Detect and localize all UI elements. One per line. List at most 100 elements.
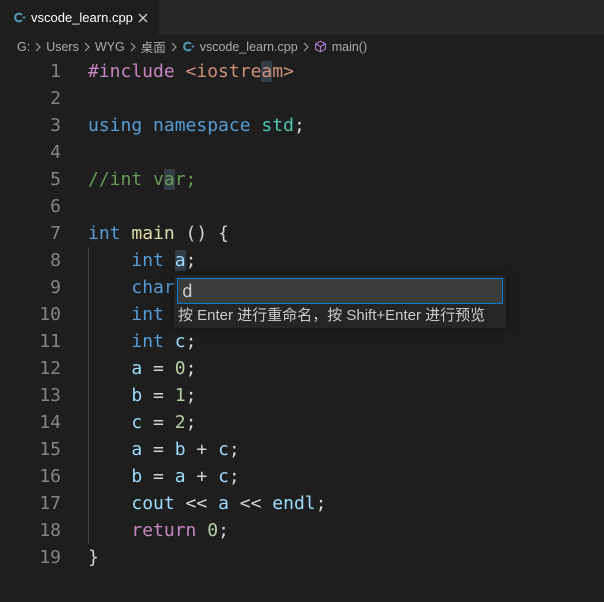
- code-token[interactable]: a: [131, 439, 142, 460]
- code-token[interactable]: c: [218, 466, 229, 487]
- code-token[interactable]: a: [131, 358, 142, 379]
- code-token[interactable]: ;: [316, 493, 327, 514]
- line-number[interactable]: 15: [0, 436, 61, 463]
- line-number[interactable]: 13: [0, 382, 61, 409]
- code-token[interactable]: a: [218, 493, 229, 514]
- code-token[interactable]: <iostre: [186, 61, 262, 82]
- breadcrumb-item-desktop[interactable]: 桌面: [141, 37, 166, 56]
- code-token[interactable]: int: [88, 223, 121, 244]
- code-line[interactable]: 15 a = b + c;: [0, 436, 604, 463]
- code-text[interactable]: cout << a << endl;: [88, 490, 326, 517]
- code-token[interactable]: main: [131, 223, 174, 244]
- code-line[interactable]: 11 int c;: [0, 328, 604, 355]
- code-line[interactable]: 13 b = 1;: [0, 382, 604, 409]
- code-token[interactable]: [88, 520, 131, 541]
- code-line[interactable]: 6: [0, 193, 604, 220]
- code-token[interactable]: b: [131, 385, 142, 406]
- code-token[interactable]: namespace: [153, 115, 251, 136]
- line-number[interactable]: 12: [0, 355, 61, 382]
- line-number[interactable]: 7: [0, 220, 61, 247]
- code-token[interactable]: char: [131, 277, 174, 298]
- code-token[interactable]: <<: [229, 493, 272, 514]
- line-number[interactable]: 9: [0, 274, 61, 301]
- code-token[interactable]: ;: [218, 520, 229, 541]
- code-token[interactable]: std: [261, 115, 294, 136]
- code-token[interactable]: c: [218, 439, 229, 460]
- code-token[interactable]: cout: [131, 493, 174, 514]
- code-token[interactable]: ;: [229, 466, 240, 487]
- code-token[interactable]: [88, 412, 131, 433]
- code-token[interactable]: 0: [207, 520, 218, 541]
- code-token[interactable]: [164, 331, 175, 352]
- highlighted-token[interactable]: a: [174, 250, 186, 271]
- code-token[interactable]: m>: [272, 61, 294, 82]
- code-text[interactable]: b = 1;: [88, 382, 196, 409]
- code-token[interactable]: [88, 439, 131, 460]
- code-token[interactable]: <<: [175, 493, 218, 514]
- line-number[interactable]: 6: [0, 193, 61, 220]
- code-token[interactable]: [88, 385, 131, 406]
- line-number[interactable]: 2: [0, 85, 61, 112]
- code-token[interactable]: ;: [186, 331, 197, 352]
- line-number[interactable]: 5: [0, 166, 61, 193]
- highlighted-token[interactable]: a: [261, 61, 273, 82]
- code-token[interactable]: [142, 115, 153, 136]
- code-editor[interactable]: 1 #include <iostream> 2 3 using namespace st…: [0, 58, 604, 602]
- code-token[interactable]: c: [131, 412, 142, 433]
- code-token[interactable]: ;: [229, 439, 240, 460]
- line-number[interactable]: 16: [0, 463, 61, 490]
- code-token[interactable]: ;: [186, 412, 197, 433]
- code-text[interactable]: int: [88, 301, 164, 328]
- breadcrumb-item-users[interactable]: Users: [46, 40, 79, 54]
- code-token[interactable]: [88, 493, 131, 514]
- code-line[interactable]: 2: [0, 85, 604, 112]
- code-token[interactable]: [88, 277, 131, 298]
- tab-vscode-learn-cpp[interactable]: vscode_learn.cpp: [0, 0, 158, 35]
- code-line[interactable]: 1 #include <iostream>: [0, 58, 604, 85]
- code-line[interactable]: 16 b = a + c;: [0, 463, 604, 490]
- code-line[interactable]: 7 int main () {: [0, 220, 604, 247]
- code-token[interactable]: [88, 466, 131, 487]
- code-token[interactable]: using: [88, 115, 142, 136]
- rename-input[interactable]: [177, 278, 503, 304]
- code-line[interactable]: 18 return 0;: [0, 517, 604, 544]
- code-token[interactable]: =: [142, 358, 175, 379]
- code-text[interactable]: int c;: [88, 328, 196, 355]
- breadcrumb-item-user-folder[interactable]: WYG: [95, 40, 125, 54]
- code-token[interactable]: endl: [272, 493, 315, 514]
- code-line[interactable]: 3 using namespace std;: [0, 112, 604, 139]
- code-token[interactable]: +: [186, 466, 219, 487]
- code-token[interactable]: =: [142, 466, 175, 487]
- code-token[interactable]: ;: [186, 358, 197, 379]
- code-token[interactable]: [121, 223, 132, 244]
- code-token[interactable]: [251, 115, 262, 136]
- code-text[interactable]: b = a + c;: [88, 463, 240, 490]
- code-token[interactable]: b: [131, 466, 142, 487]
- breadcrumb-item-drive[interactable]: G:: [17, 40, 30, 54]
- code-text[interactable]: return 0;: [88, 517, 229, 544]
- code-token[interactable]: 1: [175, 385, 186, 406]
- code-text[interactable]: int main () {: [88, 220, 229, 247]
- code-token[interactable]: [88, 358, 131, 379]
- code-token[interactable]: 0: [175, 358, 186, 379]
- line-number[interactable]: 17: [0, 490, 61, 517]
- code-token[interactable]: =: [142, 412, 175, 433]
- code-token[interactable]: r;: [175, 169, 197, 190]
- line-number[interactable]: 10: [0, 301, 61, 328]
- code-text[interactable]: int a;: [88, 247, 196, 274]
- code-token[interactable]: }: [88, 547, 99, 568]
- code-text[interactable]: c = 2;: [88, 409, 196, 436]
- code-token[interactable]: ;: [294, 115, 305, 136]
- breadcrumb-item-symbol[interactable]: main(): [314, 40, 367, 54]
- code-text[interactable]: a = 0;: [88, 355, 196, 382]
- code-text[interactable]: char: [88, 274, 174, 301]
- code-token[interactable]: +: [186, 439, 219, 460]
- code-token[interactable]: [88, 331, 131, 352]
- line-number[interactable]: 19: [0, 544, 61, 571]
- code-token[interactable]: return: [131, 520, 196, 541]
- highlighted-token[interactable]: a: [163, 169, 175, 190]
- code-line[interactable]: 19}: [0, 544, 604, 571]
- code-token[interactable]: b: [175, 439, 186, 460]
- line-number[interactable]: 18: [0, 517, 61, 544]
- code-text[interactable]: a = b + c;: [88, 436, 240, 463]
